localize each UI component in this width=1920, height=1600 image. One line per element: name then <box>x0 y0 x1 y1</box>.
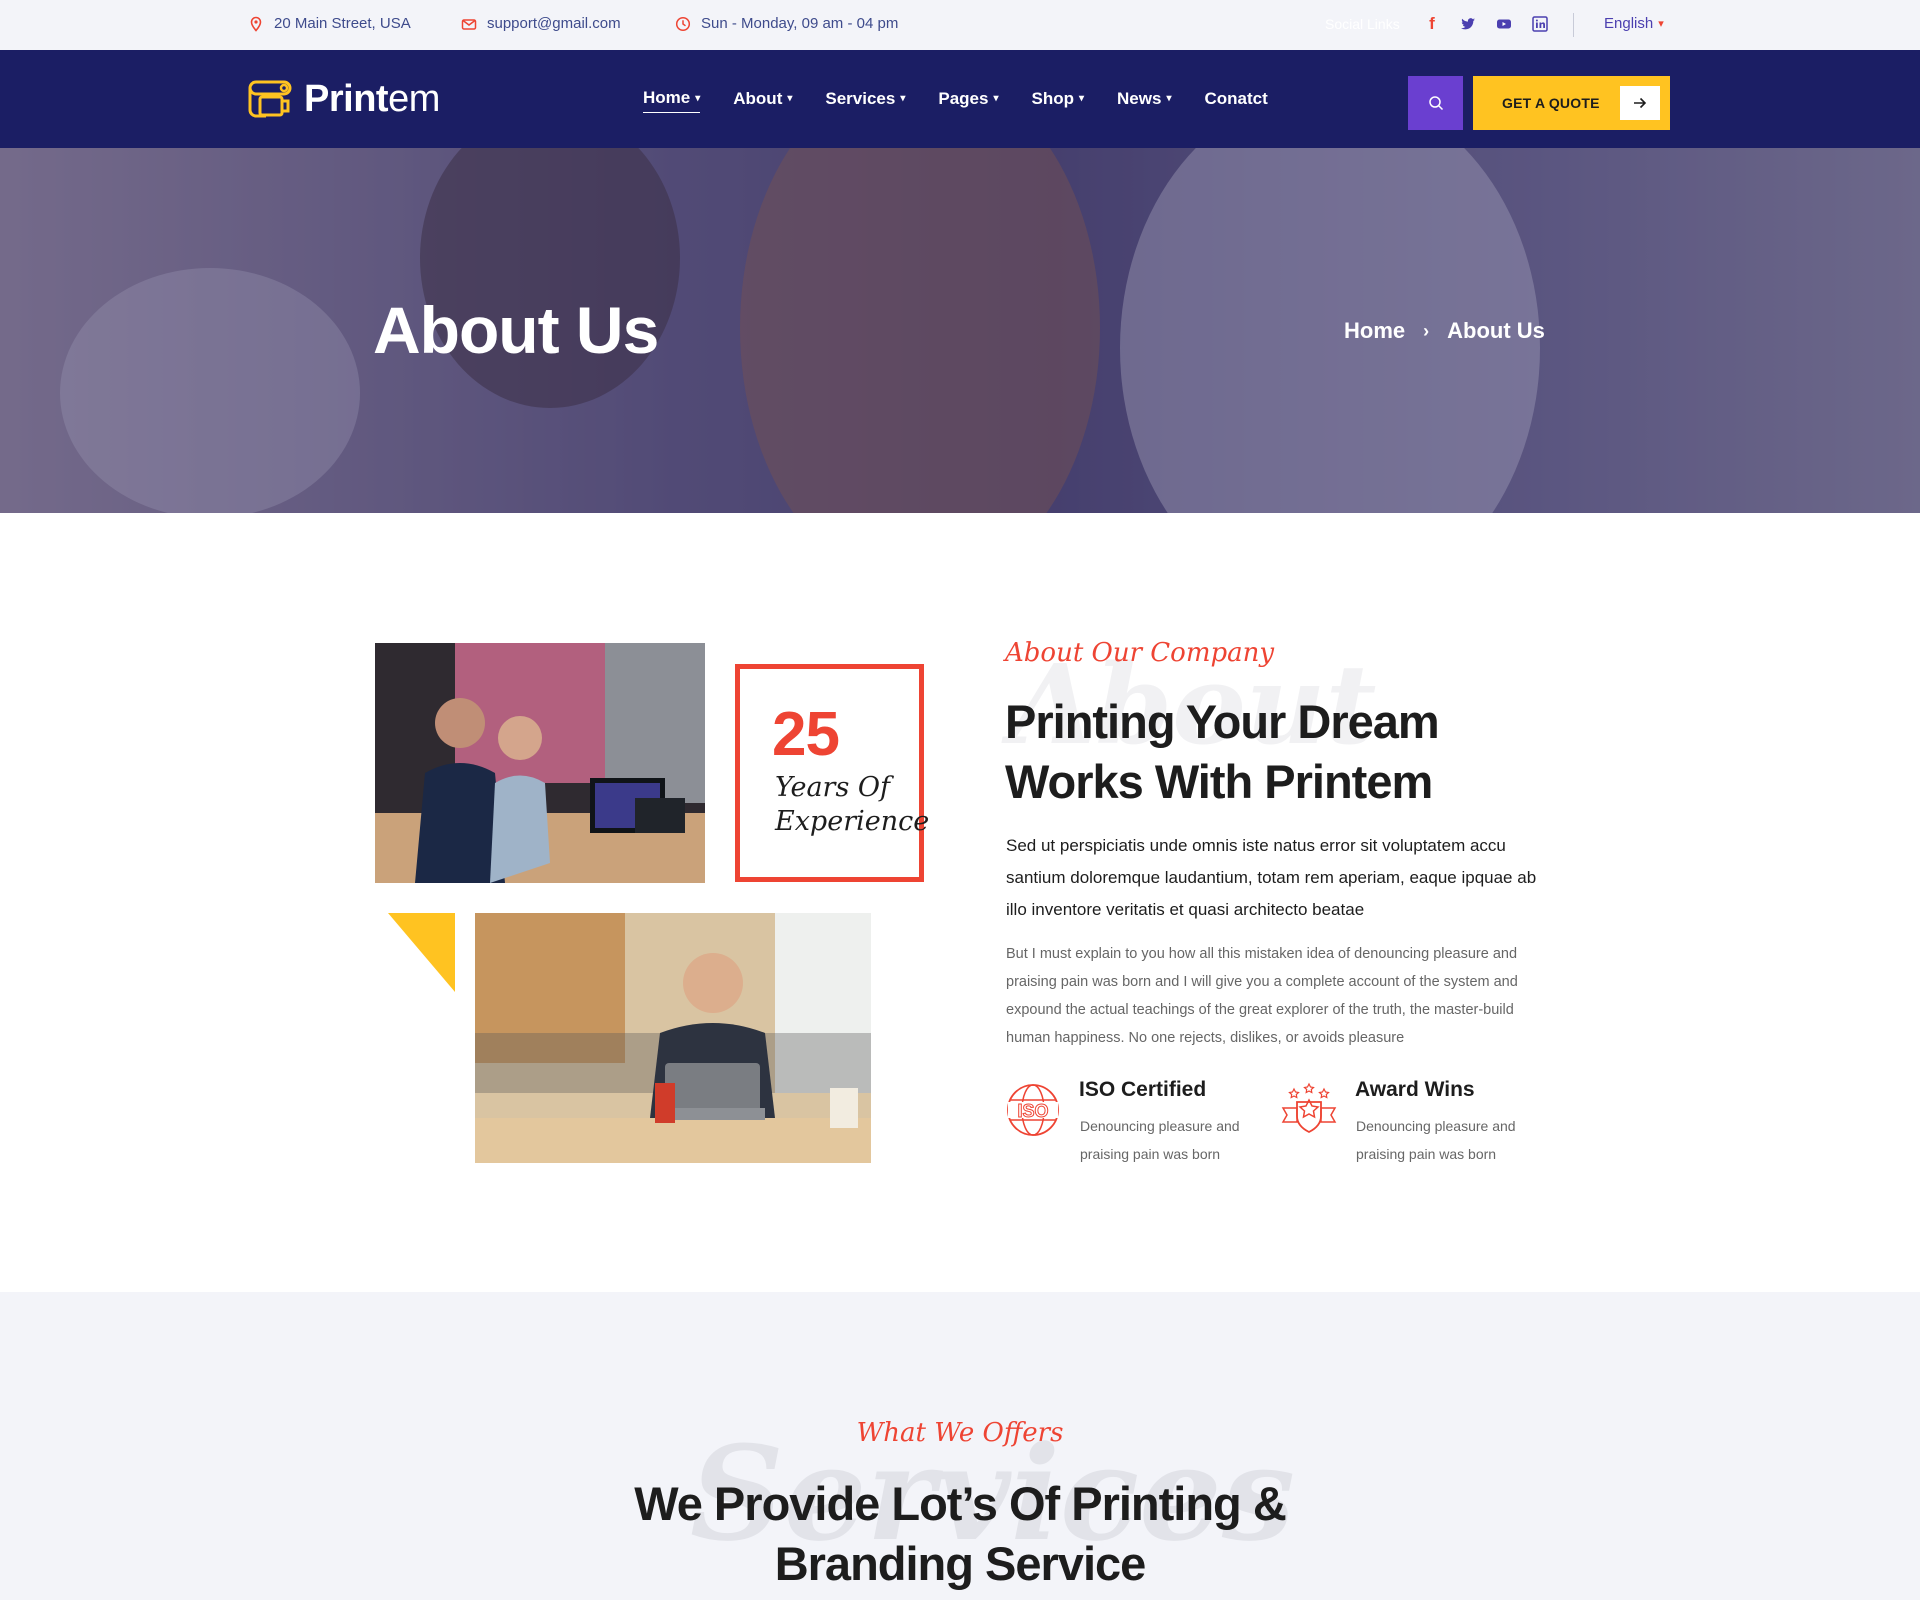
language-label[interactable]: English <box>1604 15 1653 32</box>
experience-number: 25 <box>772 700 840 769</box>
about-lead-text: Sed ut perspiciatis unde omnis iste natu… <box>1006 836 1537 919</box>
get-a-quote-label[interactable]: GET A QUOTE <box>1502 95 1600 111</box>
page-title: About Us <box>373 293 659 367</box>
search-button[interactable] <box>1408 76 1463 130</box>
menu-item-about[interactable]: About ▾ <box>733 88 792 113</box>
menu-item-services[interactable]: Services ▾ <box>825 88 905 113</box>
chevron-down-icon: ▾ <box>1079 93 1085 104</box>
topbar-divider <box>1573 13 1574 37</box>
breadcrumb: Home › About Us <box>1344 318 1545 344</box>
experience-label: Years Of Experience <box>775 771 929 839</box>
logo-text-bold[interactable]: Print <box>304 78 389 120</box>
site-logo[interactable]: Printem <box>248 78 440 120</box>
services-section: Services What We Offers We Provide Lot’s… <box>0 1292 1920 1600</box>
about-photo-team <box>375 643 705 883</box>
language-selector[interactable]: English ▾ <box>1604 15 1664 32</box>
printer-roll-logo-icon <box>248 80 292 118</box>
menu-item-label[interactable]: Conatct <box>1204 89 1267 109</box>
menu-item-contact[interactable]: Conatct <box>1204 88 1267 113</box>
menu-item-label[interactable]: About <box>733 89 782 109</box>
about-section-tag: About Our Company <box>1005 638 1275 668</box>
get-a-quote-button[interactable]: GET A QUOTE <box>1473 76 1670 130</box>
decorative-triangle <box>388 913 455 992</box>
services-section-tag: What We Offers <box>856 1418 1064 1448</box>
email-info[interactable]: support@gmail.com <box>461 15 621 32</box>
team-photo-illustration <box>375 643 705 883</box>
chevron-down-icon: ▾ <box>695 92 701 104</box>
feature-title: ISO Certified <box>1079 1078 1207 1101</box>
address-info: 20 Main Street, USA <box>248 15 411 32</box>
about-paragraph: But I must explain to you how all this m… <box>1006 946 1518 1046</box>
chevron-down-icon: ▾ <box>993 93 999 104</box>
breadcrumb-current: About Us <box>1447 318 1545 343</box>
experience-line-1: Years Of <box>775 772 891 803</box>
twitter-icon[interactable] <box>1458 14 1478 34</box>
envelope-icon <box>461 18 477 30</box>
iso-icon: ISO <box>1007 1084 1059 1136</box>
chevron-down-icon: ▾ <box>1166 93 1172 104</box>
main-navigation: Printem Home ▾ About ▾ Services ▾ Pages ▾ Sh… <box>0 50 1920 148</box>
menu-item-pages[interactable]: Pages ▾ <box>938 88 998 113</box>
menu-item-news[interactable]: News ▾ <box>1117 88 1171 113</box>
facebook-icon[interactable]: f <box>1422 14 1442 34</box>
chevron-right-icon: › <box>1423 320 1430 341</box>
breadcrumb-home-link[interactable]: Home <box>1344 318 1405 344</box>
feature-desc: Denouncing pleasure and praising pain wa… <box>1080 1118 1240 1162</box>
logo-text[interactable]: Printem <box>304 78 440 120</box>
menu-item-label[interactable]: News <box>1117 89 1161 109</box>
services-heading: We Provide Lot’s Of Printing & Branding … <box>634 1477 1287 1590</box>
about-photo-workspace <box>475 913 871 1163</box>
hours-text: Sun - Monday, 09 am - 04 pm <box>701 15 899 32</box>
social-links: f <box>1422 14 1550 34</box>
social-links-label: Social Links <box>1325 16 1400 32</box>
youtube-icon[interactable] <box>1494 14 1514 34</box>
hours-info: Sun - Monday, 09 am - 04 pm <box>675 15 898 32</box>
arrow-right-icon <box>1620 86 1660 120</box>
address-text: 20 Main Street, USA <box>274 15 411 32</box>
menu-item-label[interactable]: Pages <box>938 89 988 109</box>
menu-item-label[interactable]: Shop <box>1032 89 1075 109</box>
search-icon <box>1428 96 1443 111</box>
experience-line-2: Experience <box>775 806 930 837</box>
email-text[interactable]: support@gmail.com <box>487 15 621 32</box>
experience-box: 25 Years Of Experience <box>735 664 929 882</box>
svg-text:ISO: ISO <box>1017 1101 1048 1121</box>
location-pin-icon <box>250 16 262 32</box>
menu-item-label[interactable]: Services <box>825 89 895 109</box>
clock-icon <box>675 16 691 31</box>
linkedin-icon[interactable] <box>1530 14 1550 34</box>
top-bar: 20 Main Street, USA support@gmail.com Su… <box>0 0 1920 50</box>
feature-desc: Denouncing pleasure and praising pain wa… <box>1356 1118 1516 1162</box>
page-hero: About Us Home › About Us <box>0 148 1920 513</box>
main-menu: Home ▾ About ▾ Services ▾ Pages ▾ Shop ▾ News… <box>643 88 1268 113</box>
chevron-down-icon: ▾ <box>900 93 906 104</box>
feature-title: Award Wins <box>1355 1078 1475 1101</box>
menu-item-label[interactable]: Home <box>643 88 690 108</box>
menu-item-shop[interactable]: Shop ▾ <box>1032 88 1085 113</box>
chevron-down-icon: ▾ <box>787 93 793 104</box>
logo-text-light[interactable]: em <box>388 78 440 120</box>
about-heading: Printing Your Dream Works With Printem <box>1005 695 1440 808</box>
award-icon <box>1281 1082 1337 1134</box>
menu-item-home[interactable]: Home ▾ <box>643 88 701 113</box>
hero-overlay <box>0 148 1920 513</box>
chevron-down-icon: ▾ <box>1658 18 1664 30</box>
workspace-photo-illustration <box>475 913 871 1163</box>
